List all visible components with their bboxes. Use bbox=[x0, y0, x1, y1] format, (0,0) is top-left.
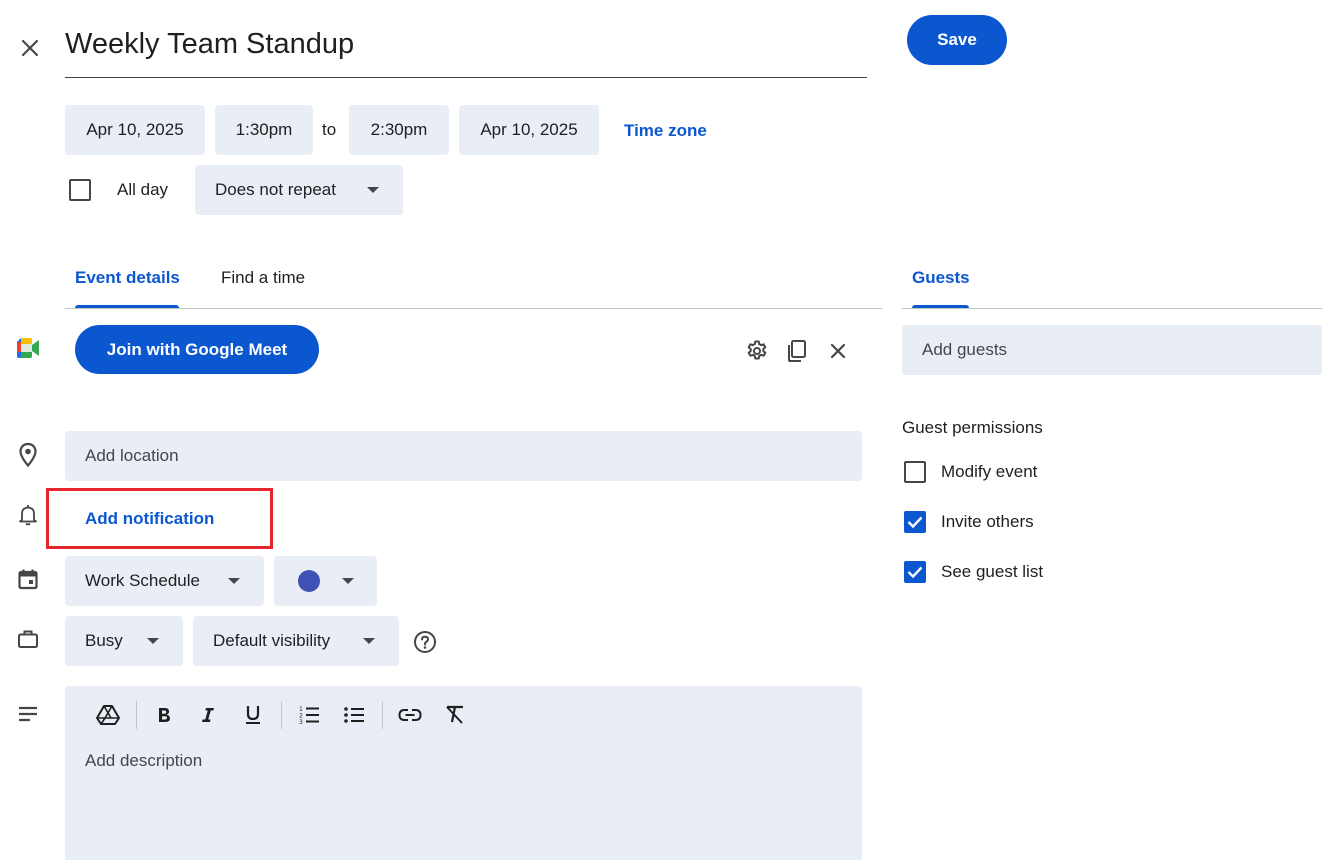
availability-value: Busy bbox=[85, 631, 123, 650]
checkmark-icon bbox=[907, 566, 923, 579]
repeat-dropdown[interactable]: Does not repeat bbox=[195, 165, 403, 215]
end-date-text: Apr 10, 2025 bbox=[480, 120, 578, 139]
end-date-field[interactable]: Apr 10, 2025 bbox=[459, 105, 599, 155]
link-icon[interactable] bbox=[393, 698, 427, 732]
toolbar-divider bbox=[382, 701, 383, 729]
calendar-value: Work Schedule bbox=[85, 571, 200, 590]
bold-icon[interactable] bbox=[147, 698, 181, 732]
google-meet-icon bbox=[14, 337, 42, 359]
see-guest-list-label: See guest list bbox=[941, 562, 1044, 581]
modify-event-checkbox[interactable] bbox=[904, 461, 926, 483]
invite-others-checkbox[interactable] bbox=[904, 511, 926, 533]
invite-others-label: Invite others bbox=[941, 512, 1034, 531]
tab-find-a-time-label: Find a time bbox=[221, 268, 306, 287]
save-button-label: Save bbox=[937, 30, 977, 49]
end-time-text: 2:30pm bbox=[370, 120, 428, 139]
chevron-down-icon bbox=[367, 187, 379, 193]
help-icon[interactable] bbox=[412, 629, 438, 655]
briefcase-icon bbox=[16, 627, 40, 651]
toolbar-divider bbox=[136, 701, 137, 729]
underline-icon[interactable] bbox=[236, 698, 270, 732]
close-icon[interactable] bbox=[16, 34, 44, 62]
tabs-divider bbox=[65, 308, 882, 309]
add-guests-input[interactable]: Add guests bbox=[902, 325, 1322, 375]
copy-icon[interactable] bbox=[784, 338, 810, 364]
to-label: to bbox=[322, 120, 337, 139]
toolbar-divider bbox=[281, 701, 282, 729]
start-date-text: Apr 10, 2025 bbox=[86, 120, 184, 139]
location-pin-icon bbox=[16, 441, 40, 469]
start-date-field[interactable]: Apr 10, 2025 bbox=[65, 105, 205, 155]
visibility-value: Default visibility bbox=[213, 631, 331, 650]
save-button[interactable]: Save bbox=[907, 15, 1007, 65]
join-google-meet-button[interactable]: Join with Google Meet bbox=[75, 325, 319, 374]
all-day-checkbox[interactable] bbox=[69, 179, 91, 201]
guest-permissions-title: Guest permissions bbox=[902, 418, 1043, 437]
add-notification-link[interactable]: Add notification bbox=[85, 509, 214, 529]
tab-event-details[interactable]: Event details bbox=[65, 255, 190, 309]
event-title-input[interactable]: Weekly Team Standup bbox=[65, 24, 867, 78]
repeat-value: Does not repeat bbox=[215, 180, 336, 199]
checkmark-icon bbox=[907, 516, 923, 529]
italic-icon[interactable] bbox=[191, 698, 225, 732]
clear-formatting-icon[interactable] bbox=[438, 698, 472, 732]
location-input[interactable]: Add location bbox=[65, 431, 862, 481]
chevron-down-icon bbox=[363, 638, 375, 644]
add-guests-placeholder: Add guests bbox=[922, 340, 1008, 359]
modify-event-label: Modify event bbox=[941, 462, 1038, 481]
time-zone-link[interactable]: Time zone bbox=[624, 121, 707, 141]
tab-guests[interactable]: Guests bbox=[902, 255, 982, 309]
visibility-dropdown[interactable]: Default visibility bbox=[193, 616, 399, 666]
calendar-icon bbox=[16, 567, 40, 591]
tab-find-a-time[interactable]: Find a time bbox=[210, 255, 325, 309]
event-color-dropdown[interactable] bbox=[274, 556, 377, 606]
google-drive-icon[interactable] bbox=[91, 698, 125, 732]
description-placeholder: Add description bbox=[85, 751, 203, 770]
gear-icon[interactable] bbox=[744, 338, 770, 364]
tab-guests-label: Guests bbox=[912, 268, 970, 287]
join-google-meet-label: Join with Google Meet bbox=[106, 339, 288, 359]
chevron-down-icon bbox=[147, 638, 159, 644]
calendar-dropdown[interactable]: Work Schedule bbox=[65, 556, 264, 606]
start-time-text: 1:30pm bbox=[235, 120, 293, 139]
color-swatch bbox=[298, 570, 320, 592]
numbered-list-icon[interactable]: 1 2 3 bbox=[292, 698, 326, 732]
end-time-field[interactable]: 2:30pm bbox=[349, 105, 449, 155]
svg-text:3: 3 bbox=[299, 719, 303, 725]
location-placeholder: Add location bbox=[85, 446, 179, 465]
see-guest-list-checkbox[interactable] bbox=[904, 561, 926, 583]
remove-meet-icon[interactable] bbox=[825, 338, 851, 364]
bell-icon bbox=[16, 503, 40, 527]
start-time-field[interactable]: 1:30pm bbox=[215, 105, 313, 155]
bulleted-list-icon[interactable] bbox=[337, 698, 371, 732]
chevron-down-icon bbox=[228, 578, 240, 584]
all-day-label: All day bbox=[117, 180, 169, 199]
event-title-text: Weekly Team Standup bbox=[65, 28, 355, 60]
guests-divider bbox=[902, 308, 1322, 309]
description-icon bbox=[16, 702, 40, 726]
availability-dropdown[interactable]: Busy bbox=[65, 616, 183, 666]
tab-event-details-label: Event details bbox=[75, 268, 180, 287]
chevron-down-icon bbox=[342, 578, 354, 584]
